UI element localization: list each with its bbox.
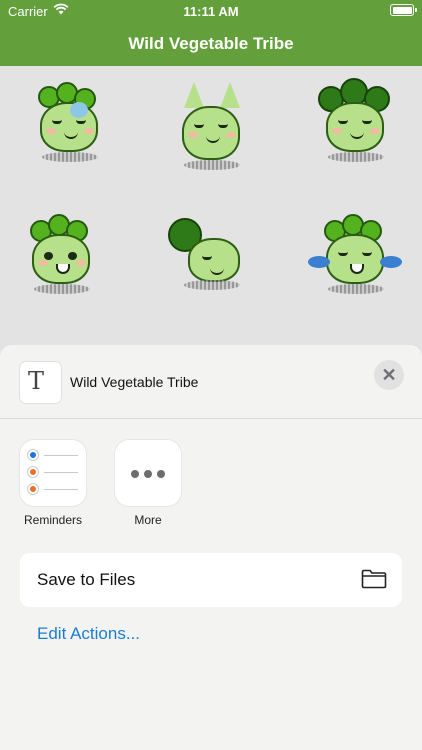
reminders-app-button[interactable]: Reminders [20,440,86,527]
reminders-icon [20,440,86,506]
close-icon: ✕ [381,365,397,385]
sticker-grid [0,66,422,366]
status-bar: Carrier 11:11 AM [0,0,422,22]
sticker-curly-happy[interactable] [10,208,110,308]
document-title: Wild Vegetable Tribe [70,374,199,390]
battery-icon [390,4,417,16]
sticker-cat-ears[interactable] [160,76,260,176]
text-document-icon: T [20,362,61,403]
sticker-curly-crying[interactable] [304,208,404,308]
edit-actions-link[interactable]: Edit Actions... [37,624,140,644]
more-icon [115,440,181,506]
page-title: Wild Vegetable Tribe [128,34,294,53]
save-to-files-button[interactable]: Save to Files [20,553,402,607]
save-to-files-label: Save to Files [37,570,136,589]
reminders-label: Reminders [23,513,83,527]
more-label: More [134,513,162,527]
sticker-broccoli-side[interactable] [160,208,260,308]
status-time: 11:11 AM [183,4,239,19]
navigation-bar: Carrier 11:11 AM Wild Vegetable Tribe [0,0,422,66]
share-sheet-header: T Wild Vegetable Tribe ✕ [0,345,422,419]
sticker-broccoli-afro[interactable] [304,76,404,176]
more-app-button[interactable]: More [115,440,181,527]
folder-icon [361,569,387,589]
close-button[interactable]: ✕ [374,360,404,390]
sticker-curly-bubble[interactable] [18,76,118,176]
share-sheet: T Wild Vegetable Tribe ✕ Reminders More … [0,345,422,750]
